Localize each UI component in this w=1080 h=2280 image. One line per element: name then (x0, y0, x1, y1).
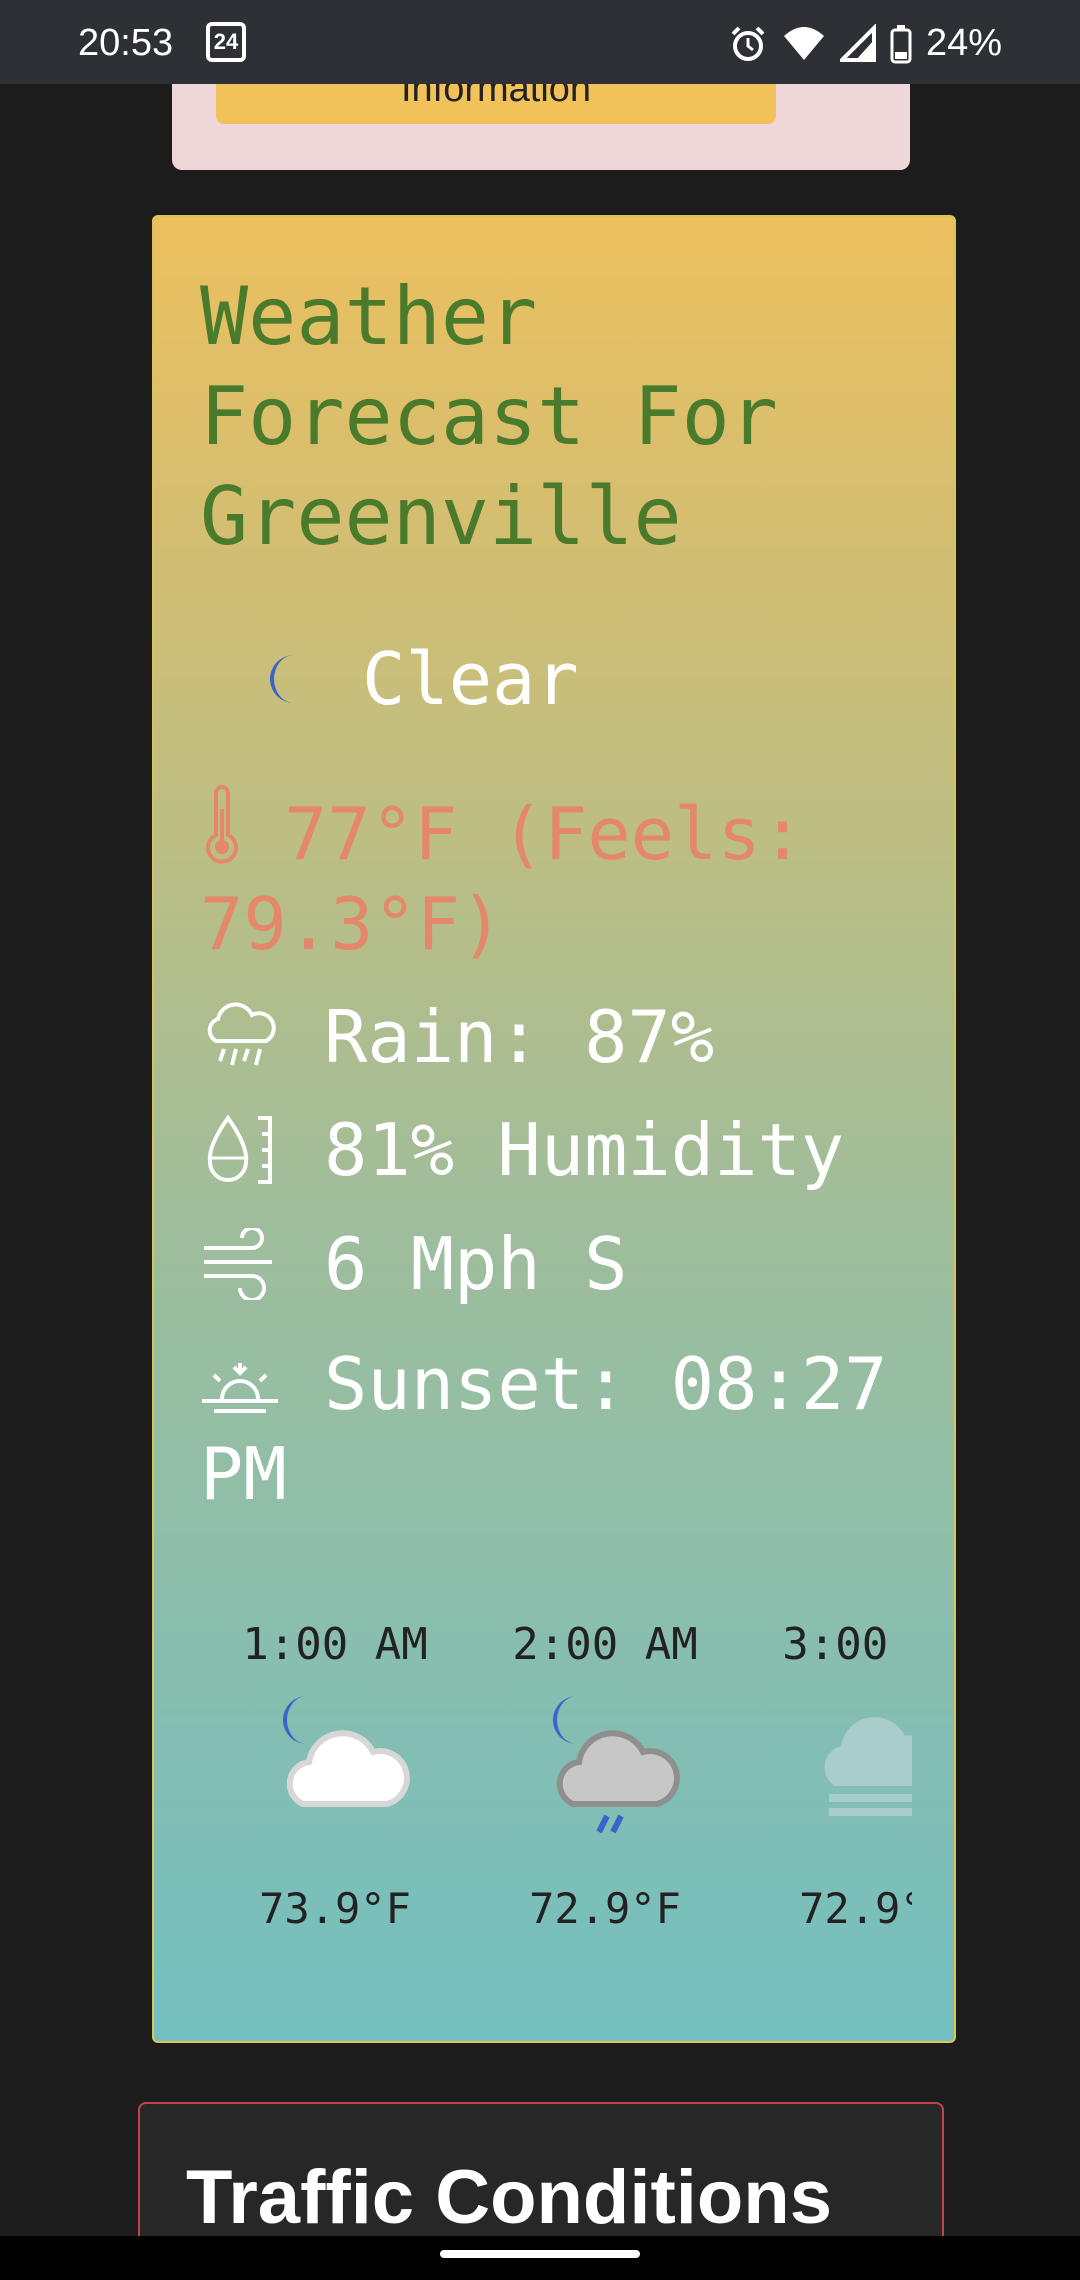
hour-temp: 72.9°F (799, 1884, 912, 1933)
thermometer-icon (206, 785, 238, 864)
status-indicators: 24% (728, 22, 1002, 65)
hour-time: 2:00 AM (512, 1619, 698, 1670)
status-bar: 20:53 24 24% (0, 0, 1080, 84)
navigation-bar (0, 2236, 1080, 2280)
rain-text: Rain: 87% (324, 995, 715, 1079)
sunset-icon (202, 1363, 278, 1413)
cell-signal-icon (839, 23, 876, 62)
temperature-line: 77°F (Feels: 79.3°F) (200, 785, 920, 969)
home-gesture-handle[interactable] (440, 2250, 640, 2258)
temperature-text: 77°F (Feels: 79.3°F) (200, 792, 805, 966)
battery-icon (890, 24, 912, 63)
humidity-icon (207, 1114, 272, 1184)
information-button[interactable]: Information (216, 84, 776, 124)
humidity-row: 81% Humidity (200, 1105, 920, 1195)
fog-cloud-icon (824, 1717, 912, 1816)
hour-temp: 73.9°F (259, 1884, 411, 1933)
battery-percent: 24% (925, 22, 1002, 64)
calendar-date-icon: 24 (206, 22, 246, 62)
info-card: Information (172, 84, 910, 170)
wifi-icon (783, 26, 824, 60)
status-time: 20:53 (78, 22, 174, 64)
moon-icon (270, 655, 294, 703)
hourly-item[interactable]: 1:00 AM 73.9°F (200, 1612, 470, 1933)
sunset-row: Sunset: 08:27 PM (200, 1339, 920, 1519)
moon-rain-cloud-icon (553, 1696, 680, 1834)
weather-card: Weather Forecast For Greenville Clear 77… (152, 215, 956, 2043)
wind-icon (204, 1228, 272, 1300)
current-condition: Clear (258, 637, 579, 721)
hourly-item[interactable]: 2:00 AM 72.9°F (470, 1612, 740, 1933)
rain-row: Rain: 87% (200, 992, 920, 1082)
humidity-text: 81% Humidity (324, 1108, 845, 1192)
hourly-forecast[interactable]: 1:00 AM 73.9°F 2:00 AM 72.9°F 3:00 72.9 (154, 1612, 912, 2012)
hour-time: 1:00 AM (242, 1619, 428, 1670)
moon-cloud-icon (283, 1696, 410, 1807)
traffic-card: Traffic Conditions (138, 2102, 944, 2242)
traffic-title: Traffic Conditions (186, 2155, 832, 2240)
alarm-icon (731, 26, 765, 61)
condition-text: Clear (362, 637, 579, 721)
wind-text: 6 Mph S (324, 1222, 628, 1306)
hour-time: 3:00 AM (782, 1619, 912, 1670)
weather-title: Weather Forecast For Greenville (200, 270, 778, 563)
hour-temp: 72.9°F (529, 1884, 681, 1933)
rain-cloud-icon (207, 1002, 276, 1066)
wind-row: 6 Mph S (200, 1219, 920, 1309)
sunset-text: Sunset: 08:27 PM (200, 1342, 888, 1516)
hourly-item[interactable]: 3:00 AM 72.9°F (740, 1612, 912, 1933)
